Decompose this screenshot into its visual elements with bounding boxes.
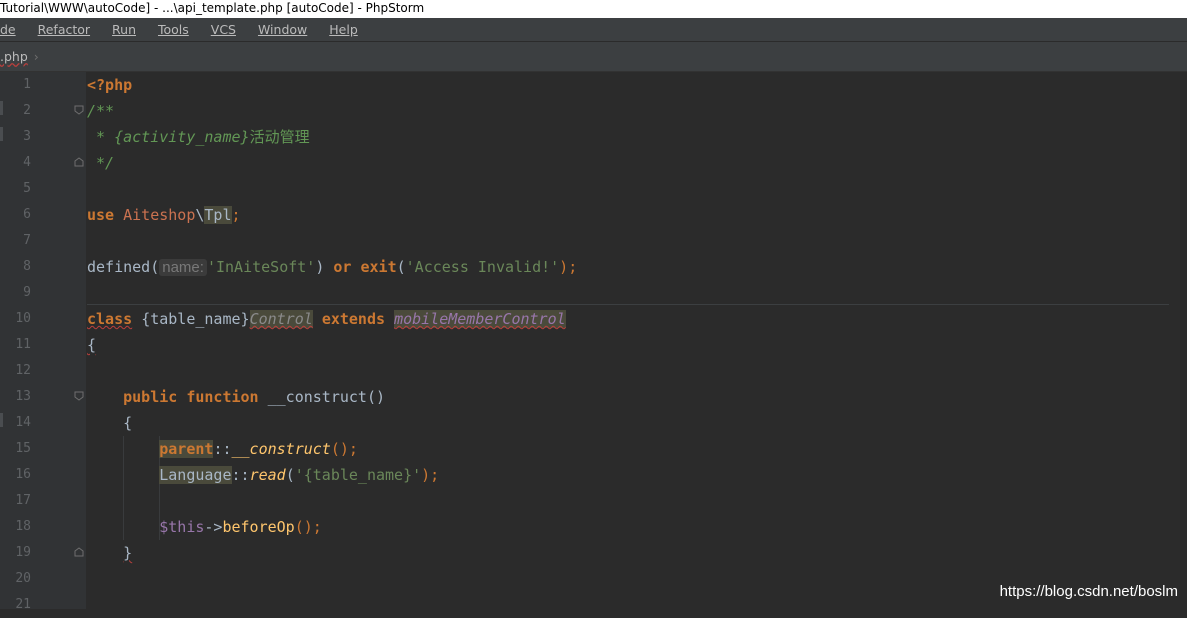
code-line-6: use Aiteshop\Tpl; [87,206,241,224]
code-line-14: { [123,414,133,432]
line-number: 20 [15,571,31,586]
line-number: 13 [15,389,31,404]
line-number: 21 [15,597,31,612]
code-line-10: class {table_name}Control extends mobile… [87,310,566,328]
menu-item-vcs[interactable]: VCS [211,18,245,41]
parameter-hint: name: [159,259,207,276]
line-number: 17 [15,493,31,508]
menu-item-window[interactable]: Window [258,18,316,41]
line-number: 5 [23,181,31,196]
menu-item-refactor[interactable]: Refactor [38,18,99,41]
code-line-18: $this->beforeOp(); [159,518,322,536]
line-number: 4 [23,155,31,170]
fold-close-icon[interactable] [74,157,84,167]
editor-scrollbar[interactable] [1169,72,1187,609]
window-title: Tutorial\WWW\autoCode] - ...\api_templat… [0,1,425,15]
menu-item-tools[interactable]: Tools [158,18,198,41]
line-number: 7 [23,233,31,248]
code-line-15: parent::__construct(); [159,440,358,458]
line-number: 9 [23,285,31,300]
line-number: 16 [15,467,31,482]
change-marker [0,101,3,115]
change-marker [0,413,3,427]
code-line-16: Language::read('{table_name}'); [159,466,440,484]
line-number: 19 [15,545,31,560]
navigation-bar: .php › [0,42,1187,72]
window-title-bar: Tutorial\WWW\autoCode] - ...\api_templat… [0,0,1187,18]
line-number: 11 [15,337,31,352]
code-line-13: public function __construct() [123,388,386,406]
line-number: 14 [15,415,31,430]
breadcrumb-file[interactable]: .php [0,42,34,71]
code-line-19: } [123,544,133,562]
code-editor[interactable]: 1 2 3 4 5 6 7 8 9 10 11 12 13 14 15 16 1… [0,72,1187,612]
breadcrumb-chevron-icon: › [33,49,39,64]
line-number: 8 [23,259,31,274]
menu-item-code[interactable]: de [0,18,25,41]
code-line-2: /** [87,102,115,120]
watermark: https://blog.csdn.net/boslm [999,583,1178,600]
line-number: 3 [23,129,31,144]
code-line-1: <?php [87,76,133,94]
line-number: 10 [15,311,31,326]
menu-item-help[interactable]: Help [329,18,367,41]
fold-close-icon[interactable] [74,547,84,557]
code-line-8: defined(name: 'InAiteSoft') or exit('Acce… [87,258,578,276]
code-area[interactable]: <?php /** * {activity_name}活动管理 */ use A… [87,72,1187,609]
line-number: 15 [15,441,31,456]
fold-open-icon[interactable] [74,391,84,401]
line-number: 2 [23,103,31,118]
change-marker [0,127,3,141]
editor-gutter: 1 2 3 4 5 6 7 8 9 10 11 12 13 14 15 16 1… [0,72,86,612]
menu-bar: de Refactor Run Tools VCS Window Help [0,18,1187,42]
line-number: 1 [23,77,31,92]
menu-item-run[interactable]: Run [112,18,145,41]
code-line-4: */ [87,154,115,172]
code-line-3: * {activity_name}活动管理 [87,128,310,146]
code-line-11: { [87,336,97,354]
line-number: 12 [15,363,31,378]
line-number: 18 [15,519,31,534]
line-number: 6 [23,207,31,222]
fold-open-icon[interactable] [74,105,84,115]
